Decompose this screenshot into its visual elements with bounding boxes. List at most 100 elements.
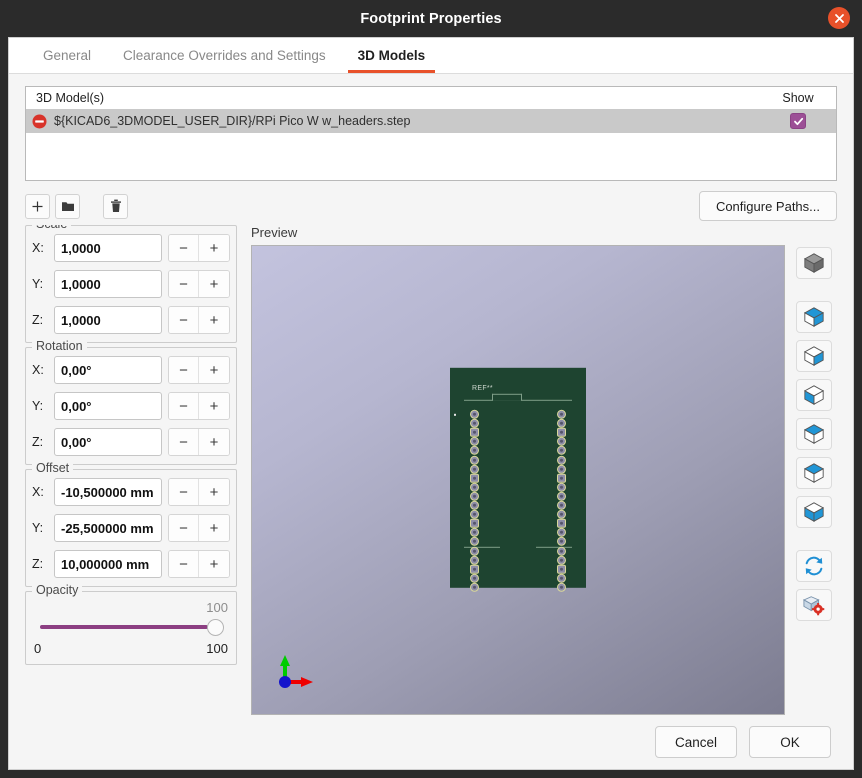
scale-x-input[interactable] [54,234,162,262]
scale-x-decrement[interactable]: − [169,235,199,261]
configure-paths-button[interactable]: Configure Paths... [699,191,837,221]
add-model-button[interactable] [25,194,50,219]
cube-front-icon [803,306,825,328]
scale-y-increment[interactable]: + [199,271,229,297]
pad [557,473,566,482]
rotation-y-increment[interactable]: + [199,393,229,419]
offset-x-increment[interactable]: + [199,479,229,505]
rotation-z-decrement[interactable]: − [169,429,199,455]
pad-hole [473,413,476,416]
pad [470,464,479,473]
front-view-button[interactable] [796,301,832,333]
dialog-footer: Cancel OK [9,723,853,769]
rotation-x-stepper[interactable]: − + [168,356,230,384]
refresh-icon [803,555,825,577]
browse-folder-button[interactable] [55,194,80,219]
right-view-button[interactable] [796,418,832,450]
pad [470,528,479,537]
scale-y-decrement[interactable]: − [169,271,199,297]
pad [557,428,566,437]
scale-fields: X: − + Y: − [32,230,230,334]
offset-y-increment[interactable]: + [199,515,229,541]
offset-z-increment[interactable]: + [199,551,229,577]
pad-hole [473,567,476,570]
scale-z-label: Z: [32,313,54,327]
scale-x-stepper[interactable]: − + [168,234,230,262]
pad [557,437,566,446]
pad-hole [560,431,563,434]
isometric-view-button[interactable] [796,247,832,279]
rotation-y-input[interactable] [54,392,162,420]
offset-y-stepper[interactable]: − + [168,514,230,542]
cancel-button[interactable]: Cancel [655,726,737,758]
scale-z-input[interactable] [54,306,162,334]
offset-z-input[interactable] [54,550,162,578]
scale-z-increment[interactable]: + [199,307,229,333]
offset-z-row: Z: − + [32,550,230,578]
rotation-z-increment[interactable]: + [199,429,229,455]
pad-hole [560,504,563,507]
scale-y-input[interactable] [54,270,162,298]
pad-hole [473,504,476,507]
rotation-y-decrement[interactable]: − [169,393,199,419]
offset-x-decrement[interactable]: − [169,479,199,505]
scale-x-increment[interactable]: + [199,235,229,261]
rotation-x-input[interactable] [54,356,162,384]
opacity-slider-thumb[interactable] [207,619,224,636]
rotation-z-label: Z: [32,435,54,449]
scale-y-stepper[interactable]: − + [168,270,230,298]
ok-button[interactable]: OK [749,726,831,758]
scale-z-decrement[interactable]: − [169,307,199,333]
show-checkbox[interactable] [790,113,806,129]
scale-z-stepper[interactable]: − + [168,306,230,334]
preview-settings-button[interactable] [796,589,832,621]
rotation-z-input[interactable] [54,428,162,456]
pad-hole [560,531,563,534]
board-outline-top [464,400,572,411]
left-view-button[interactable] [796,379,832,411]
trash-icon [110,199,122,213]
back-view-button[interactable] [796,340,832,372]
cube-top-icon [803,462,825,484]
model-path-text: ${KICAD6_3DMODEL_USER_DIR}/RPi Pico W w_… [52,114,768,128]
rotation-x-decrement[interactable]: − [169,357,199,383]
tab-clearance-overrides[interactable]: Clearance Overrides and Settings [107,38,342,73]
offset-x-input[interactable] [54,478,162,506]
offset-z-decrement[interactable]: − [169,551,199,577]
delete-model-button[interactable] [103,194,128,219]
pad-hole [473,558,476,561]
column-header-model: 3D Model(s) [36,91,768,105]
board-outline-bottom-left [464,547,500,548]
dialog-body: General Clearance Overrides and Settings… [8,37,854,770]
offset-z-stepper[interactable]: − + [168,550,230,578]
offset-x-stepper[interactable]: − + [168,478,230,506]
opacity-slider[interactable] [32,616,230,638]
rotation-x-label: X: [32,363,54,377]
offset-y-input[interactable] [54,514,162,542]
pad-hole [560,549,563,552]
preview-label: Preview [251,225,837,245]
tab-3d-models[interactable]: 3D Models [342,38,442,73]
remove-circle-icon[interactable] [32,114,52,129]
scale-x-label: X: [32,241,54,255]
model-list[interactable]: 3D Model(s) Show ${KICAD6_3DMODEL_USER_D… [25,86,837,181]
folder-icon [61,200,75,213]
rotation-z-stepper[interactable]: − + [168,428,230,456]
bottom-view-button[interactable] [796,496,832,528]
model-list-row[interactable]: ${KICAD6_3DMODEL_USER_DIR}/RPi Pico W w_… [26,109,836,133]
pad [470,574,479,583]
tab-content-3d-models: 3D Model(s) Show ${KICAD6_3DMODEL_USER_D… [9,74,853,723]
pad-hole [473,422,476,425]
model-show-cell [768,113,828,129]
pad-hole [473,486,476,489]
top-view-button[interactable] [796,457,832,489]
3d-preview-canvas[interactable]: REF** [251,245,785,715]
tab-general[interactable]: General [27,38,107,73]
rotation-x-increment[interactable]: + [199,357,229,383]
offset-group-title: Offset [32,461,73,475]
rotation-y-stepper[interactable]: − + [168,392,230,420]
close-icon[interactable] [828,7,850,29]
pad [470,492,479,501]
offset-y-decrement[interactable]: − [169,515,199,541]
reload-preview-button[interactable] [796,550,832,582]
